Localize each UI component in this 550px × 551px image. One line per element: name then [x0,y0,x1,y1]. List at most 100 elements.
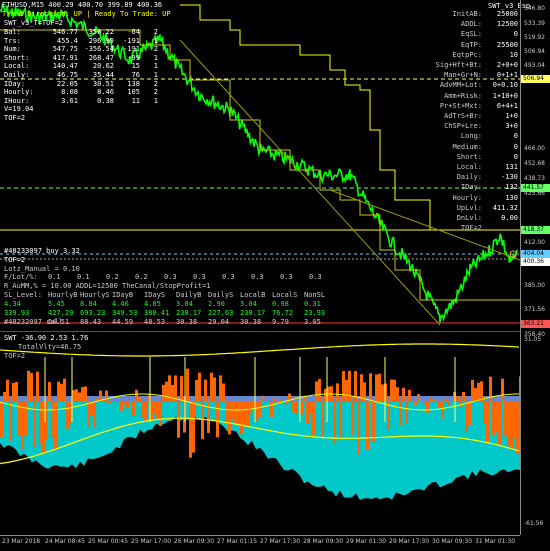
settings-key: EqtpPc: [428,51,482,59]
sl-cell: 427.29 [48,309,80,317]
oscillator-bar [9,402,12,441]
oscillator-bar [132,402,135,416]
sl-value-row: #48232097 sell54.5188.4344.5948.5330.382… [4,318,336,326]
oscillator-bar [261,396,264,402]
oscillator-bar [165,382,168,402]
oscillator-bar [501,379,504,402]
stats-row-label: Bal: [4,28,40,36]
left-panel-title: SWT_v3_T=TOF=2 [4,19,63,27]
stats-row-label: IDay: [4,80,40,88]
sl-cell: 3.04 [176,300,208,308]
oscillator-bar [444,400,447,402]
sl-cell: 0.98 [272,300,304,308]
settings-key: Daily: [428,173,482,181]
stats-row: IHour:3.610.38111 [4,97,158,105]
price-tag: 506.94 [521,75,550,83]
oscillator-bar [366,402,369,450]
settings-row: Short:0 [428,153,518,161]
oscillator-bar [486,402,489,442]
settings-key: EqTP: [428,41,482,49]
time-label: 29 Mar 17:30 [389,538,429,545]
oscillator-bar [495,402,498,432]
stats-row-value-3: 138 [114,80,140,88]
oscillator-bar [204,380,207,402]
settings-key: ADDL: [428,20,482,28]
time-label: 25 Mar 17:00 [131,538,171,545]
price-tick: 385.00 [524,282,545,289]
price-tick: 371.56 [524,306,545,313]
settings-key: Sig+Hft+Bt: [428,61,482,69]
settings-row: EqtpPc:10 [428,51,518,59]
settings-value: 0.00 [482,214,518,222]
sl-cell: 9.79 [272,318,304,326]
sl-cell: NonSL [304,291,336,299]
settings-value: 10 [482,51,518,59]
time-label: 26 Mar 09:30 [174,538,214,545]
settings-row: Daily:-130 [428,173,518,181]
oscillator-bar [492,402,495,435]
oscillator-bar [471,380,474,402]
oscillator-bar [129,401,132,402]
settings-key: Hourly: [428,194,482,202]
oscillator-bar [372,402,375,441]
tof-label: TOF=2 [4,256,25,264]
oscillator-bar [216,402,219,437]
sl-cell: 23.93 [304,309,336,317]
settings-value: 12500 [482,20,518,28]
oscillator-bar [78,392,81,402]
settings-key: Man+Gr+N: [428,71,482,79]
sl-cell: DailyS [208,291,240,299]
time-axis[interactable]: 23 Mar 201824 Mar 08:4525 Mar 00:4525 Ma… [0,535,520,551]
price-chart-pane[interactable]: ETHUSD,M15 400.29 400.70 399.89 400.36 T… [0,0,520,332]
oscillator-bar [51,402,54,437]
sl-cell: 29.04 [208,318,240,326]
oscillator-bar [84,386,87,402]
oscillator-bar [339,402,342,440]
sl-cell: LocalB [240,291,272,299]
stats-row-value-3: 105 [114,88,140,96]
time-label: 31 Mar 01:30 [475,538,515,545]
oscillator-bar [189,402,192,458]
settings-row: Pr+St+Mxt:6+4+1 [428,102,518,110]
sl-cell: DailyB [176,291,208,299]
oscillator-bar [378,374,381,402]
price-tick: 546.80 [524,5,545,12]
sl-header-row: SL_Level:HourlyBHourlySIDayBIDaySDailyBD… [4,291,336,299]
stats-row-value-1: 546.77 [40,28,78,36]
settings-row: AdTrS+Br:1+0 [428,112,518,120]
oscillator-bar [507,402,510,445]
symbol-quote: ETHUSD,M15 400.29 400.70 399.89 400.36 [2,1,162,9]
sl-cell: 48.53 [144,318,176,326]
settings-row: ChSP+Lre:3+0 [428,122,518,130]
oscillator-pane[interactable]: SWT -36.90 2.53 1.76 TotalVlty=46.75 TOF… [0,332,520,535]
oscillator-bar [285,402,288,405]
lots-value: 0.2 [135,273,164,281]
settings-row: IDay:132 [428,183,518,191]
oscillator-bar [123,402,126,404]
oscillator-tof: TOF=2 [4,352,25,360]
oscillator-bar [510,402,513,450]
oscillator-bar [63,379,66,402]
settings-key: Long: [428,132,482,140]
oscillator-title: SWT -36.90 2.53 1.76 [4,334,88,342]
price-axis[interactable]: 546.80533.39519.92506.94493.04479.65466.… [520,0,550,535]
settings-row: Hourly:130 [428,194,518,202]
oscillator-bar [318,379,321,402]
settings-value: 2+0+0 [482,61,518,69]
price-tick: 438.73 [524,175,545,182]
stats-row-value-1: 455.4 [40,37,78,45]
sl-cell: 349.53 [112,309,144,317]
stats-row-value-4: 1 [140,71,158,79]
oscillator-bar [3,392,6,402]
oscillator-bar [249,402,252,414]
time-label: 25 Mar 00:45 [88,538,128,545]
sl-cell: 76.72 [272,309,304,317]
oscillator-bar [141,402,144,418]
lots-value: 0.2 [106,273,135,281]
price-tick: 31.05 [524,336,541,343]
settings-row: UpLvl:411.32 [428,204,518,212]
oscillator-bar [222,383,225,402]
oscillator-bar [279,399,282,402]
price-tick: 506.94 [524,48,545,55]
oscillator-bar [21,402,24,450]
